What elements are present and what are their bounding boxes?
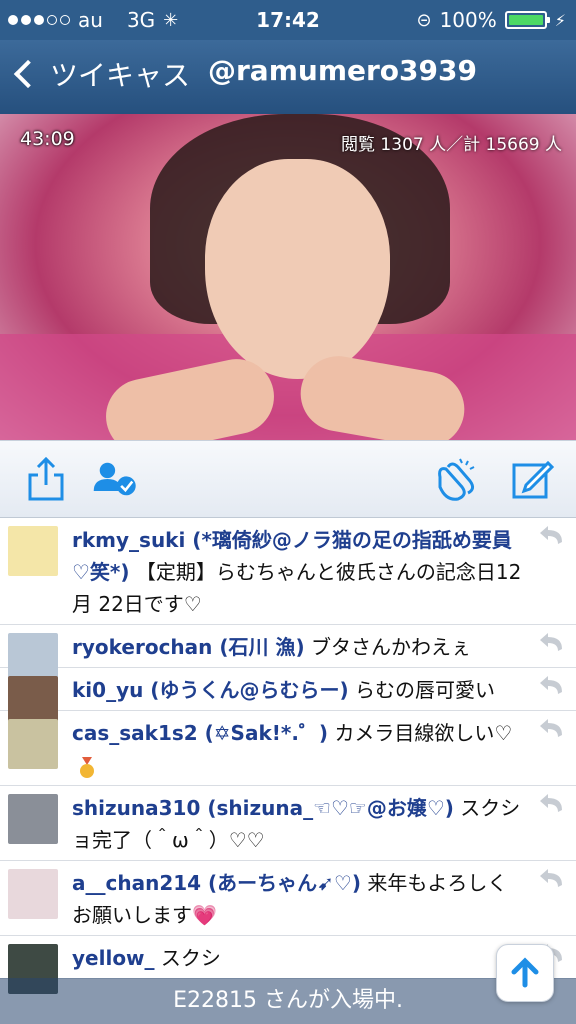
reply-icon[interactable] <box>536 674 568 700</box>
comment-username[interactable]: shizuna310 (shizuna_☜♡☞@お嬢♡) <box>72 796 454 820</box>
comment-row[interactable]: yellow_ スクシ <box>0 936 576 994</box>
chevron-left-icon <box>13 59 43 89</box>
scroll-top-button[interactable] <box>496 944 554 1002</box>
comment-row[interactable]: ryokerochan (石川 漁) ブタさんかわえぇ <box>0 625 576 683</box>
back-label: ツイキャス <box>50 59 191 92</box>
comment-row[interactable]: a__chan214 (あーちゃん➹♡) 来年もよろしくお願いします💗 <box>0 861 576 936</box>
page-title: @ramumero3939 <box>208 54 477 87</box>
battery-icon <box>504 11 550 29</box>
comment-row[interactable]: ki0_yu (ゆうくん@らむらー) らむの唇可愛い <box>0 668 576 726</box>
comment-message: ブタさんかわえぇ <box>310 635 471 659</box>
clap-icon <box>438 458 475 501</box>
comment-message: らむの唇可愛い <box>354 678 495 702</box>
comment-text: cas_sak1s2 (✡Sak!*.゜) カメラ目線欲しい♡ <box>72 717 524 781</box>
battery-percent: 100% <box>439 8 497 32</box>
reply-icon[interactable] <box>536 867 568 893</box>
comment-text: ryokerochan (石川 漁) ブタさんかわえぇ <box>72 631 524 663</box>
compose-button[interactable] <box>508 455 556 503</box>
video-face <box>205 159 390 379</box>
comment-row[interactable]: shizuna310 (shizuna_☜♡☞@お嬢♡) スクショ完了（＾ω＾）… <box>0 786 576 861</box>
compose-icon <box>512 460 554 499</box>
status-right: ⊝ 100% ⚡ <box>416 8 566 32</box>
follow-button[interactable] <box>92 455 140 503</box>
comment-username[interactable]: a__chan214 (あーちゃん➹♡) <box>72 871 361 895</box>
comment-username[interactable]: cas_sak1s2 (✡Sak!*.゜) <box>72 721 328 745</box>
clap-button[interactable] <box>430 455 478 503</box>
nav-bar: ツイキャス @ramumero3939 <box>0 40 576 114</box>
comment-message: カメラ目線欲しい♡ <box>334 721 513 745</box>
follow-user-icon <box>93 462 136 496</box>
back-button[interactable]: ツイキャス <box>12 54 190 94</box>
action-toolbar <box>0 440 576 518</box>
elapsed-time: 43:09 <box>20 128 75 150</box>
share-icon <box>28 456 64 501</box>
comment-text: a__chan214 (あーちゃん➹♡) 来年もよろしくお願いします💗 <box>72 867 524 931</box>
comment-row[interactable]: rkmy_suki (*璃倚紗@ノラ猫の足の指舐め要員♡笑*) 【定期】らむちゃ… <box>0 518 576 625</box>
reply-icon[interactable] <box>536 631 568 657</box>
status-bar: au 3G ✳ 17:42 ⊝ 100% ⚡ <box>0 0 576 40</box>
avatar[interactable] <box>8 869 58 919</box>
reply-icon[interactable] <box>536 792 568 818</box>
share-button[interactable] <box>22 455 70 503</box>
medal-icon <box>78 756 96 778</box>
comment-username[interactable]: yellow_ <box>72 946 155 970</box>
comment-list[interactable]: rkmy_suki (*璃倚紗@ノラ猫の足の指舐め要員♡笑*) 【定期】らむちゃ… <box>0 518 576 1024</box>
comment-text: shizuna310 (shizuna_☜♡☞@お嬢♡) スクショ完了（＾ω＾）… <box>72 792 524 856</box>
comment-text: ki0_yu (ゆうくん@らむらー) らむの唇可愛い <box>72 674 524 706</box>
comment-username[interactable]: ryokerochan (石川 漁) <box>72 635 305 659</box>
avatar[interactable] <box>8 794 58 844</box>
arrow-up-icon <box>511 957 539 988</box>
reply-icon[interactable] <box>536 717 568 743</box>
avatar[interactable] <box>8 719 58 769</box>
comment-text: yellow_ スクシ <box>72 942 524 974</box>
avatar[interactable] <box>8 526 58 576</box>
comment-text: rkmy_suki (*璃倚紗@ノラ猫の足の指舐め要員♡笑*) 【定期】らむちゃ… <box>72 524 524 620</box>
comment-message: スクシ <box>160 946 221 970</box>
comment-row[interactable]: cas_sak1s2 (✡Sak!*.゜) カメラ目線欲しい♡ <box>0 711 576 786</box>
entry-notification: E22815 さんが入場中. <box>0 978 576 1024</box>
reply-icon[interactable] <box>536 524 568 550</box>
comment-username[interactable]: ki0_yu (ゆうくん@らむらー) <box>72 678 349 702</box>
comment-message: 【定期】らむちゃんと彼氏さんの記念日12月 22日です♡ <box>72 560 522 616</box>
viewer-count: 閲覧 1307 人／計 15669 人 <box>341 135 562 155</box>
rotation-lock-icon: ⊝ <box>416 9 432 31</box>
live-video[interactable]: 43:09 閲覧 1307 人／計 15669 人 <box>0 114 576 440</box>
charging-icon: ⚡ <box>554 10 566 30</box>
